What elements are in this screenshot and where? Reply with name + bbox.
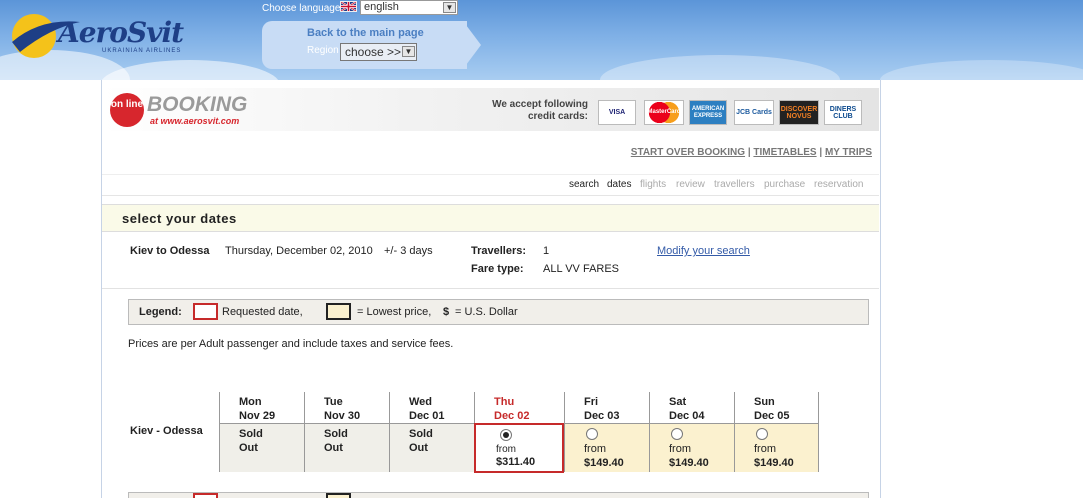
section-header: select your dates [102, 204, 879, 232]
price-value: $311.40 [496, 456, 536, 468]
header-banner: AeroSvit UKRAINIAN AIRLINES Choose langu… [0, 0, 1083, 80]
price-from-label: from [496, 444, 516, 455]
choose-language-label: Choose language [262, 3, 341, 14]
legend-lowest: = Lowest price, [357, 306, 432, 318]
price-note: Prices are per Adult passenger and inclu… [128, 338, 454, 350]
travellers-value: 1 [543, 245, 550, 257]
step-purchase: purchase [764, 179, 806, 190]
date-cell-sold-out: Sold Out [304, 423, 389, 472]
visa-card-icon: VISA [598, 100, 636, 125]
flex-days: +/- 3 days [384, 245, 433, 257]
discover-card-icon: DISCOVER NOVUS [779, 100, 819, 125]
lowest-price-swatch [326, 303, 351, 320]
day-header: Sun Dec 05 [734, 392, 819, 423]
day-header: Tue Nov 30 [304, 392, 389, 423]
diners-club-card-icon: DINERS CLUB [824, 100, 862, 125]
price-value: $149.40 [584, 457, 624, 469]
booking-steps: search dates flights review travellers p… [102, 174, 879, 196]
brand-name: AeroSvit [58, 16, 184, 49]
online-badge-icon: on line [110, 93, 144, 127]
date-summary: Thursday, December 02, 2010 [225, 245, 373, 257]
amex-card-icon: AMERICAN EXPRESS [689, 100, 727, 125]
step-travellers: travellers [714, 179, 755, 190]
price-value: $149.40 [669, 457, 709, 469]
back-panel-arrow-icon [463, 21, 481, 69]
step-search: search [569, 179, 600, 190]
requested-date-swatch [193, 493, 218, 498]
fare-type-label: Fare type: [471, 263, 524, 275]
online-booking-logo[interactable]: on line BOOKING at www.aerosvit.com [110, 91, 280, 133]
date-cell-sold-out: Sold Out [389, 423, 474, 472]
date-radio[interactable] [756, 428, 768, 440]
cloud-decoration [880, 60, 1083, 80]
price-from-label: from [584, 443, 606, 455]
jcb-card-icon: JCB Cards [734, 100, 774, 125]
day-header: Sat Dec 04 [649, 392, 734, 423]
timetables-link[interactable]: TIMETABLES [753, 147, 816, 158]
date-cell-requested[interactable]: from $311.40 [474, 423, 564, 473]
bottom-legend-bar [128, 492, 869, 498]
date-cell-sold-out: Sold Out [219, 423, 304, 472]
date-radio[interactable] [586, 428, 598, 440]
back-to-main-link[interactable]: Back to the main page [307, 27, 424, 39]
legend-dollar: = U.S. Dollar [455, 306, 518, 318]
cloud-decoration [600, 55, 840, 80]
step-review: review [676, 179, 705, 190]
day-header: Fri Dec 03 [564, 392, 649, 423]
date-cell-available[interactable]: from $149.40 [564, 423, 649, 472]
day-header: Mon Nov 29 [219, 392, 304, 423]
fare-type-value: ALL VV FARES [543, 263, 620, 275]
step-reservation: reservation [814, 179, 864, 190]
nav-separator: | [747, 147, 751, 158]
booking-banner: on line BOOKING at www.aerosvit.com We a… [102, 88, 879, 131]
booking-title: BOOKING [147, 93, 248, 116]
date-cell-available[interactable]: from $149.40 [649, 423, 734, 472]
brand-tagline: UKRAINIAN AIRLINES [102, 48, 182, 54]
chevron-down-icon[interactable]: ▼ [402, 46, 415, 57]
step-flights: flights [640, 179, 667, 190]
calendar-route: Kiev - Odessa [130, 425, 203, 437]
requested-date-swatch [193, 303, 218, 320]
legend-requested: Requested date, [222, 306, 303, 318]
chevron-down-icon[interactable]: ▼ [443, 2, 456, 13]
uk-flag-icon [340, 1, 357, 12]
mastercard-icon: MasterCard [644, 100, 684, 125]
credit-cards-text: We accept following credit cards: [492, 99, 588, 122]
booking-page: on line BOOKING at www.aerosvit.com We a… [101, 80, 881, 498]
my-trips-link[interactable]: MY TRIPS [825, 147, 872, 158]
price-from-label: from [669, 443, 691, 455]
page-title: select your dates [122, 211, 237, 226]
start-over-booking-link[interactable]: START OVER BOOKING [631, 147, 745, 158]
price-value: $149.40 [754, 457, 794, 469]
date-radio[interactable] [671, 428, 683, 440]
lowest-price-swatch [326, 493, 351, 498]
step-dates: dates [607, 179, 632, 190]
region-select[interactable]: choose >> ▼ [340, 43, 417, 61]
aerosvit-logo[interactable]: AeroSvit UKRAINIAN AIRLINES [10, 8, 210, 68]
travellers-label: Travellers: [471, 245, 527, 257]
legend-dollar-symbol: $ [443, 306, 450, 318]
language-select[interactable]: english ▼ [360, 0, 458, 15]
nav-separator: | [819, 147, 823, 158]
booking-url: at www.aerosvit.com [150, 116, 240, 126]
divider [102, 288, 879, 289]
route-summary: Kiev to Odessa [130, 245, 210, 257]
top-navigation: START OVER BOOKING | TIMETABLES | MY TRI… [631, 147, 872, 158]
region-label: Region [307, 45, 339, 56]
language-select-value: english [364, 1, 399, 13]
legend-title: Legend: [139, 306, 182, 318]
day-header-requested: Thu Dec 02 [474, 392, 559, 423]
day-header: Wed Dec 01 [389, 392, 474, 423]
modify-search-link[interactable]: Modify your search [657, 245, 750, 257]
date-radio-selected[interactable] [500, 429, 512, 441]
legend-bar: Legend: Requested date, = Lowest price, … [128, 299, 869, 325]
price-from-label: from [754, 443, 776, 455]
date-cell-available[interactable]: from $149.40 [734, 423, 819, 472]
region-select-value: choose >> [345, 45, 402, 59]
